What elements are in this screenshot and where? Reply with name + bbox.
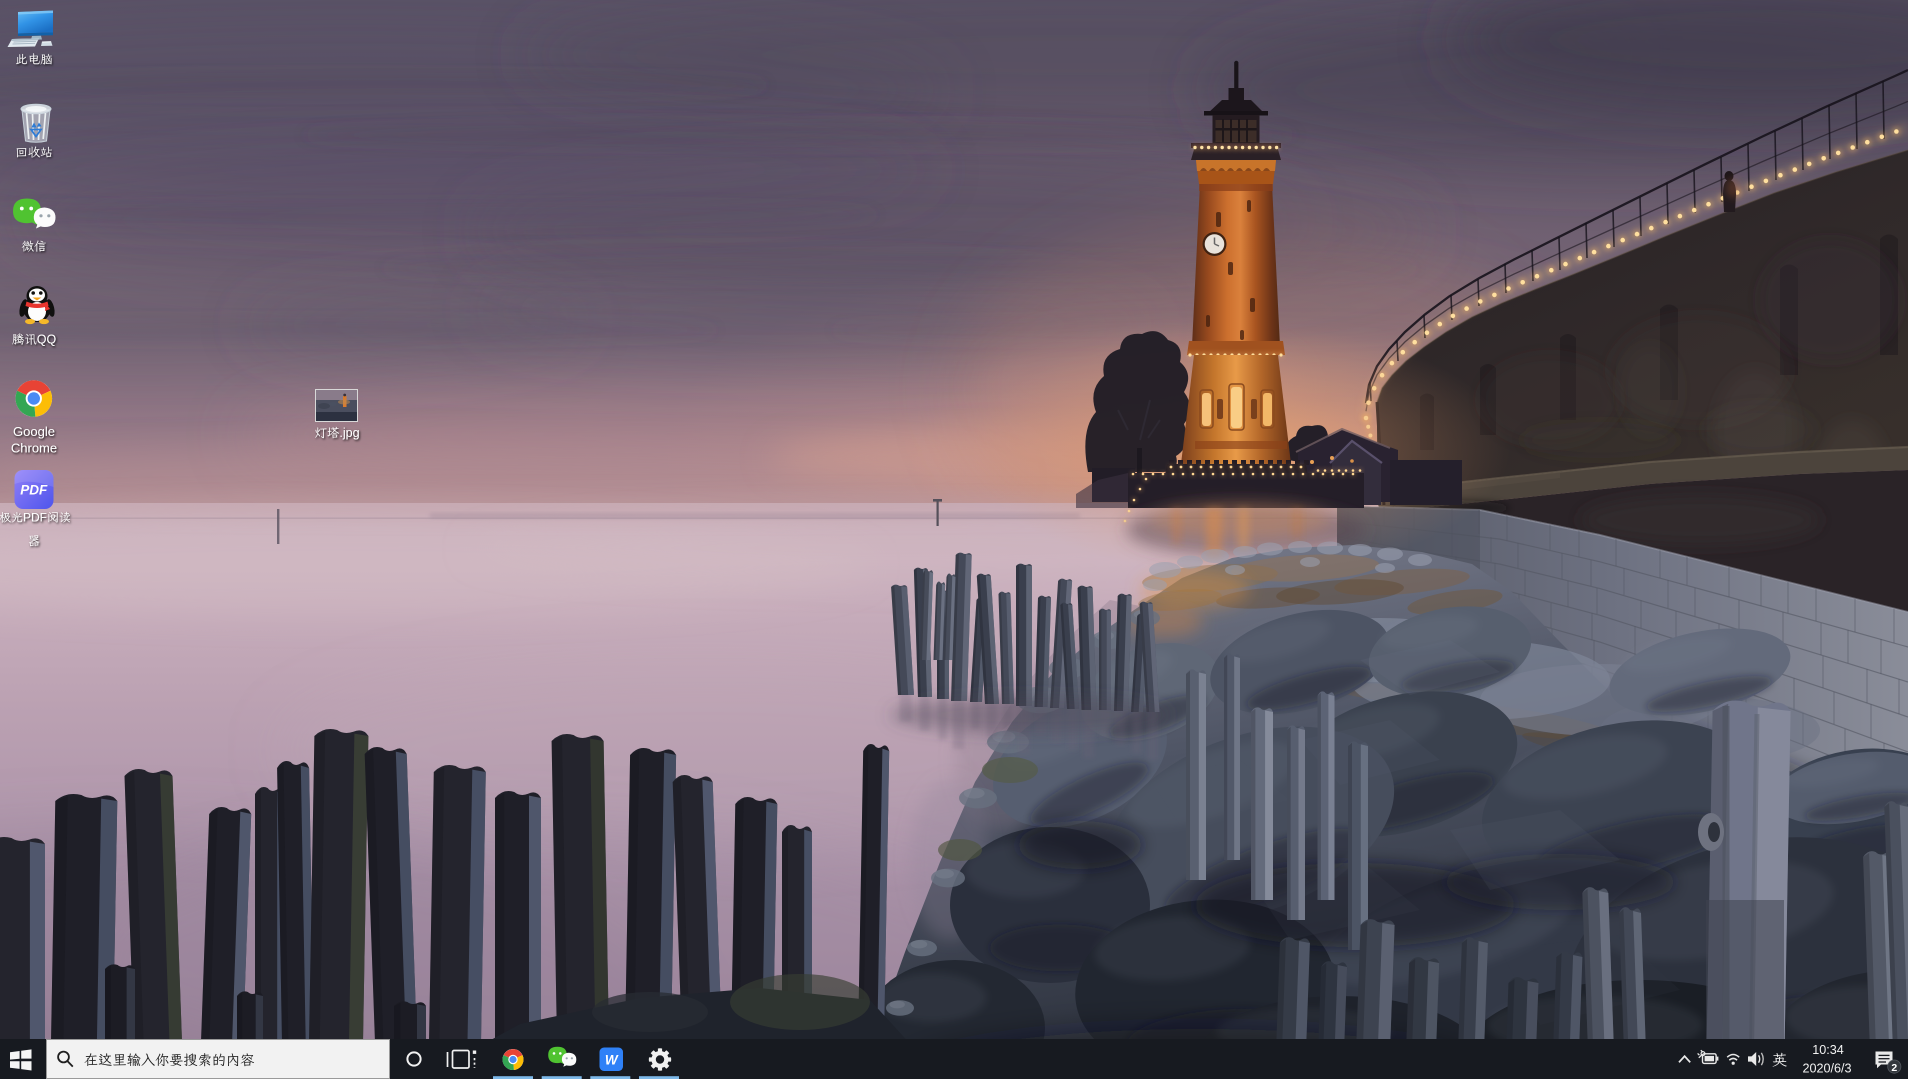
svg-text:.jpg: .jpg [339,426,359,440]
svg-text:Chrome: Chrome [11,441,57,456]
svg-text:PDF: PDF [23,511,47,525]
svg-text:10:34: 10:34 [1812,1043,1844,1057]
svg-text:2020/6/3: 2020/6/3 [1802,1062,1851,1076]
svg-text:PDF: PDF [20,483,48,498]
svg-text:QQ: QQ [37,333,57,347]
svg-text:W: W [605,1052,619,1067]
svg-text:Google: Google [13,424,55,439]
svg-text:2: 2 [1891,1062,1897,1074]
